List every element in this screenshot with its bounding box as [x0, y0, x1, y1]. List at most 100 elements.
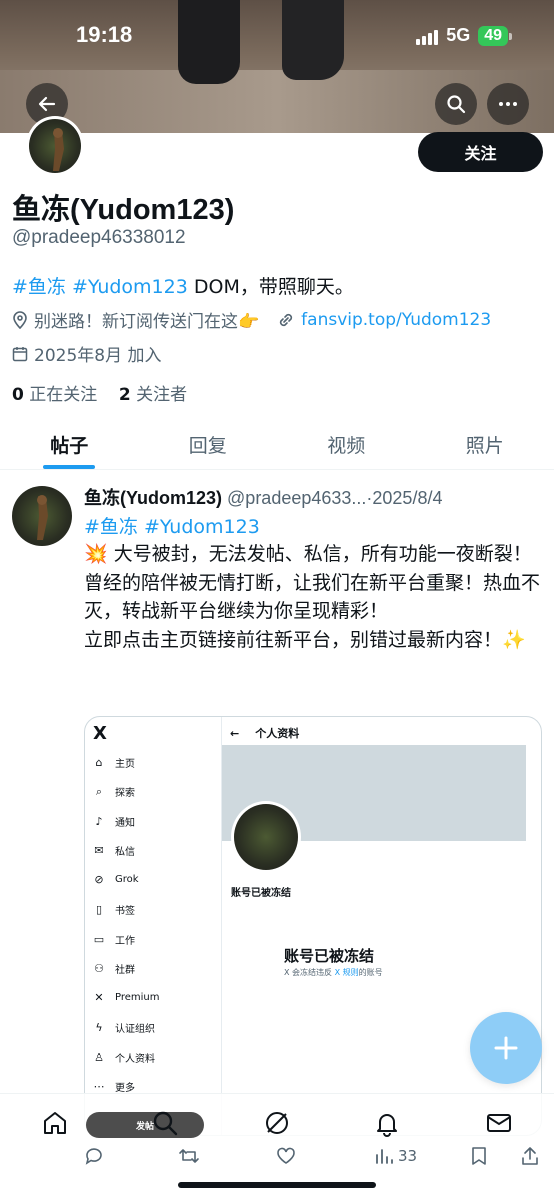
bell-icon: ♪	[95, 815, 103, 828]
profile-joined-row: 2025年8月 加入	[12, 341, 161, 366]
status-indicators: 5G 49	[416, 25, 512, 46]
post-hashtags[interactable]: #鱼冻 #Yudom123	[84, 512, 260, 539]
card-nav-item: ✉ 私信	[94, 844, 135, 858]
nav-grok[interactable]	[262, 1108, 292, 1138]
mail-icon: ✉	[94, 844, 104, 857]
repost-icon	[179, 1149, 199, 1163]
following-link[interactable]: 0 正在关注	[12, 385, 97, 405]
tab-replies[interactable]: 回复	[139, 420, 278, 469]
card-nav-item: ♙ 个人资料	[94, 1051, 155, 1065]
grok-icon: ⊘	[94, 872, 104, 886]
bio-hashtag[interactable]: #鱼冻	[12, 276, 66, 298]
network-label: 5G	[446, 25, 471, 45]
nav-notifications[interactable]	[372, 1108, 402, 1138]
tab-photos[interactable]: 照片	[416, 420, 554, 469]
profile-tabs: 帖子 回复 视频 照片	[0, 420, 554, 470]
grok-icon	[266, 1112, 288, 1134]
post-media-card[interactable]: X ⌂ 主页 ⌕ 探索 ♪ 通知 ✉ 私信 ⊘ Grok ▯ 书签 ▭ 工作 ⚇ 社群 ✕ Pre…	[84, 716, 542, 1136]
views-icon	[376, 1149, 393, 1164]
post-meta: @pradeep4633...·2025/8/4	[222, 488, 443, 508]
card-nav-item: ♪ 通知	[93, 814, 135, 829]
more-icon: ⋯	[93, 1080, 105, 1093]
nav-home[interactable]	[40, 1108, 70, 1138]
card-nav-item: ▭ 工作	[93, 933, 135, 947]
tab-videos[interactable]: 视频	[277, 420, 416, 469]
home-indicator	[178, 1182, 376, 1188]
display-name: 鱼冻(Yudom123)	[12, 194, 235, 226]
post-header: 鱼冻(Yudom123) @pradeep4633...·2025/8/4	[84, 484, 442, 510]
card-frozen-heading: 账号已被冻结	[284, 947, 375, 965]
post-text: 💥 大号被封，无法发帖、私信，所有功能一夜断裂！ 曾经的陪伴被无情打断，让我们在…	[84, 540, 544, 654]
post-line: 💥 大号被封，无法发帖、私信，所有功能一夜断裂！	[84, 543, 532, 565]
joined-date: 2025年8月 加入	[34, 346, 162, 366]
like-button[interactable]	[276, 1146, 296, 1166]
repost-button[interactable]	[178, 1146, 200, 1166]
post-line: 立即点击主页链接前往新平台，别错过最新内容！✨	[84, 628, 526, 651]
profile-location: 别迷路！新订阅传送门在这👉	[34, 312, 260, 332]
briefcase-icon: ▭	[93, 933, 105, 946]
search-button[interactable]	[435, 83, 477, 125]
profile-avatar[interactable]	[26, 116, 84, 176]
battery-icon: 49	[478, 25, 512, 46]
arrow-left-icon	[38, 96, 56, 112]
more-button[interactable]	[487, 83, 529, 125]
home-icon: ⌂	[95, 756, 103, 769]
reply-icon	[85, 1148, 102, 1165]
bio-hashtag[interactable]: #Yudom123	[72, 276, 188, 298]
signal-icon	[416, 27, 439, 45]
bookmark-button[interactable]	[470, 1146, 488, 1166]
views-button[interactable]: 33	[374, 1146, 417, 1166]
follow-stats: 0 正在关注 2 关注者	[12, 380, 187, 405]
card-title: 个人资料	[255, 727, 300, 740]
card-nav-item: ⌂ 主页	[93, 755, 136, 770]
arrow-left-icon: ←	[230, 726, 240, 740]
search-icon	[447, 95, 466, 114]
post-avatar[interactable]	[12, 486, 72, 546]
card-nav-item: ✕ Premium	[94, 990, 160, 1004]
nav-messages[interactable]	[484, 1108, 514, 1138]
nav-search[interactable]	[150, 1108, 180, 1138]
link-icon	[280, 313, 293, 326]
bookmark-icon	[472, 1147, 486, 1165]
profile-bio: #鱼冻 #Yudom123 DOM，带照聊天。	[12, 272, 354, 299]
bio-text: DOM，带照聊天。	[187, 276, 354, 298]
tab-posts[interactable]: 帖子	[0, 420, 139, 469]
bolt-icon: ϟ	[95, 1021, 103, 1034]
mail-icon	[487, 1114, 511, 1132]
card-sidebar: X ⌂ 主页 ⌕ 探索 ♪ 通知 ✉ 私信 ⊘ Grok ▯ 书签 ▭ 工作 ⚇ 社群 ✕ Pre…	[85, 717, 222, 1135]
x-logo-icon: X	[93, 723, 107, 744]
calendar-icon	[12, 346, 28, 361]
search-icon: ⌕	[95, 784, 103, 798]
card-nav-item: ⚇ 社群	[94, 962, 135, 976]
card-nav-item: ⊘ Grok	[94, 872, 139, 886]
share-icon	[522, 1147, 538, 1165]
bottom-nav: 发帖	[0, 1093, 554, 1153]
home-icon	[44, 1112, 66, 1134]
search-icon	[153, 1111, 178, 1136]
post-line: 曾经的陪伴被无情打断，让我们在新平台重聚！热血不灭，转战新平台继续为你呈现精彩！	[84, 571, 541, 623]
bookmark-icon: ▯	[95, 903, 103, 916]
post-author-name[interactable]: 鱼冻(Yudom123)	[84, 488, 222, 508]
banner-boot-left	[178, 0, 240, 84]
profile-website[interactable]: fansvip.top/Yudom123	[301, 310, 491, 330]
card-frozen-subtext: X 会冻结违反 X 规则的账号	[284, 968, 383, 977]
compose-fab[interactable]	[470, 1012, 542, 1084]
banner-boot-right	[282, 0, 344, 80]
more-icon	[499, 102, 517, 106]
reply-button[interactable]	[84, 1146, 104, 1166]
plus-icon	[494, 1036, 518, 1060]
card-topbar: ← 个人资料	[230, 725, 299, 741]
location-pin-icon	[13, 310, 27, 329]
people-icon: ⚇	[94, 962, 104, 975]
card-avatar	[231, 801, 301, 873]
heart-icon	[277, 1147, 295, 1164]
follow-button[interactable]: 关注	[418, 132, 543, 172]
views-count: 33	[398, 1147, 418, 1165]
followers-link[interactable]: 2 关注者	[119, 385, 187, 405]
card-nav-item: ⋯ 更多	[93, 1080, 136, 1094]
user-handle: @pradeep46338012	[12, 227, 186, 248]
card-nav-item: ⌕ 探索	[93, 784, 135, 800]
post-actions: 33	[84, 1146, 544, 1172]
share-button[interactable]	[520, 1146, 540, 1166]
person-icon: ♙	[94, 1051, 104, 1064]
